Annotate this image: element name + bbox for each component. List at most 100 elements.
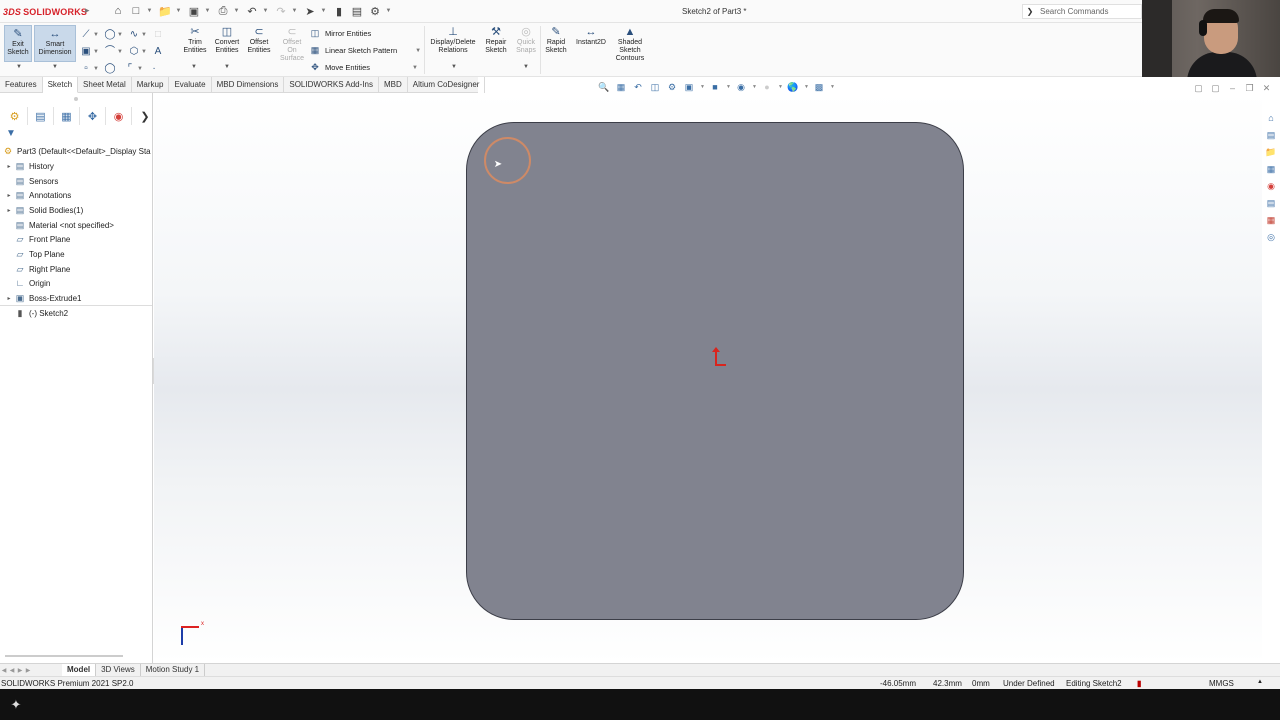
apply-scene-icon[interactable]: 🌎: [787, 80, 799, 94]
relations-dropdown-icon[interactable]: ▼: [451, 64, 457, 70]
expand-icon[interactable]: ▸: [4, 207, 14, 214]
shaded-sketch-contours-button[interactable]: ▲ Shaded Sketch Contours: [613, 25, 647, 63]
tree-item-history[interactable]: ▸ ▤ History: [4, 159, 53, 173]
home-icon[interactable]: ⌂: [110, 3, 126, 19]
options-dropdown-icon[interactable]: ▼: [385, 3, 392, 19]
solidworks-logo[interactable]: 3DS SOLIDWORKS: [3, 5, 87, 19]
redo-dropdown-icon[interactable]: ▼: [291, 3, 298, 19]
tree-item-boss-extrude[interactable]: ▸ ▣ Boss-Extrude1: [4, 291, 81, 305]
units-dropdown-icon[interactable]: ▲: [1257, 679, 1263, 685]
display-style-icon[interactable]: ■: [709, 80, 721, 94]
exit-sketch-dropdown-icon[interactable]: ▼: [16, 64, 22, 70]
slot-icon[interactable]: ▫: [80, 63, 92, 75]
text-icon[interactable]: A: [152, 46, 164, 58]
dimxpert-manager-tab-icon[interactable]: ✥: [80, 107, 106, 125]
panel-grip[interactable]: [74, 97, 78, 101]
line-dropdown-icon[interactable]: ▼: [92, 32, 100, 38]
polygon-icon[interactable]: ⬡: [128, 46, 140, 58]
rectangle-icon[interactable]: ▣: [80, 46, 92, 58]
tree-item-right-plane[interactable]: ▱ Right Plane: [4, 262, 71, 276]
search-commands[interactable]: ❯ Search Commands: [1022, 4, 1142, 19]
tab-mbd-dimensions[interactable]: MBD Dimensions: [212, 77, 285, 93]
tree-item-top-plane[interactable]: ▱ Top Plane: [4, 247, 65, 261]
solidworks-resources-icon[interactable]: ⌂: [1264, 111, 1278, 125]
view-settings-icon[interactable]: ▩: [813, 80, 825, 94]
section-view-icon[interactable]: ◫: [649, 80, 661, 94]
tab-features[interactable]: Features: [0, 77, 43, 93]
sketch-fillet-icon[interactable]: ⌜: [124, 63, 136, 75]
expand-icon[interactable]: ▸: [4, 163, 14, 170]
ellipse-icon[interactable]: ◯: [104, 63, 116, 75]
offset-on-surface-button[interactable]: ⊂ Offset On Surface: [278, 25, 306, 63]
display-style-dropdown-icon[interactable]: ▼: [726, 84, 732, 90]
tab-mbd[interactable]: MBD: [379, 77, 408, 93]
tree-item-solid-bodies[interactable]: ▸ ▤ Solid Bodies(1): [4, 203, 83, 217]
pattern-dropdown-icon[interactable]: ▼: [415, 48, 421, 54]
trim-entities-button[interactable]: ✂ Trim Entities: [181, 25, 209, 55]
appearances-icon[interactable]: ◉: [1264, 179, 1278, 193]
options-gear-icon[interactable]: ⚙: [367, 3, 383, 19]
property-manager-tab-icon[interactable]: ▤: [28, 107, 54, 125]
search-input[interactable]: Search Commands: [1040, 7, 1108, 16]
filter-icon[interactable]: ▼: [6, 128, 16, 139]
configuration-manager-tab-icon[interactable]: ▦: [54, 107, 80, 125]
save-icon[interactable]: ▣: [186, 3, 202, 19]
feature-manager-tab-icon[interactable]: ⚙: [2, 107, 28, 125]
first-tab-arrow-icon[interactable]: ◀: [0, 667, 8, 674]
circle-dropdown-icon[interactable]: ▼: [116, 32, 124, 38]
last-tab-arrow-icon[interactable]: ▶: [24, 667, 32, 674]
solidworks-forum-icon[interactable]: ▦: [1264, 213, 1278, 227]
expand-icon[interactable]: ▸: [4, 295, 14, 302]
menu-expand-icon[interactable]: ▸: [85, 5, 90, 16]
scene-dropdown-icon[interactable]: ▼: [804, 84, 810, 90]
move-dropdown-icon[interactable]: ▼: [412, 65, 418, 71]
exit-sketch-button[interactable]: ✎ Exit Sketch: [4, 25, 32, 62]
display-manager-tab-icon[interactable]: ◉: [106, 107, 132, 125]
appearance-dropdown-icon[interactable]: ▼: [778, 84, 784, 90]
slot-dropdown-icon[interactable]: ▼: [92, 66, 100, 72]
solidworks-taskbar-icon[interactable]: ✦: [6, 697, 26, 713]
expand-icon[interactable]: ▸: [4, 192, 14, 199]
traffic-light-icon[interactable]: ▮: [331, 3, 347, 19]
instant2d-button[interactable]: ↔ Instant2D: [573, 25, 609, 47]
zoom-to-area-icon[interactable]: ▦: [615, 80, 627, 94]
undo-icon[interactable]: ↶: [244, 3, 260, 19]
spline-icon[interactable]: ∿: [128, 29, 140, 41]
convert-entities-button[interactable]: ◫ Convert Entities: [211, 25, 243, 55]
zoom-to-fit-icon[interactable]: 🔍: [598, 80, 610, 94]
tree-item-sensors[interactable]: ▤ Sensors: [4, 174, 59, 188]
rapid-sketch-button[interactable]: ✎ Rapid Sketch: [543, 25, 569, 55]
tab-solidworks-add-ins[interactable]: SOLIDWORKS Add-Ins: [284, 77, 379, 93]
open-dropdown-icon[interactable]: ▼: [175, 3, 182, 19]
undo-dropdown-icon[interactable]: ▼: [262, 3, 269, 19]
tab-model[interactable]: Model: [62, 664, 97, 676]
quick-snaps-button[interactable]: ◎ Quick Snaps: [514, 25, 538, 55]
next-tab-arrow-icon[interactable]: ▶: [16, 667, 24, 674]
polygon-dropdown-icon[interactable]: ▼: [140, 49, 148, 55]
move-entities-button[interactable]: ✥ Move Entities ▼: [309, 62, 418, 73]
hide-show-items-icon[interactable]: ◉: [735, 80, 747, 94]
select-dropdown-icon[interactable]: ▼: [320, 3, 327, 19]
tab-evaluate[interactable]: Evaluate: [169, 77, 212, 93]
tree-item-material[interactable]: ▤ Material <not specified>: [4, 218, 114, 232]
linear-sketch-pattern-button[interactable]: ▦ Linear Sketch Pattern ▼: [309, 45, 421, 56]
file-explorer-icon[interactable]: 📁: [1264, 145, 1278, 159]
file-properties-icon[interactable]: ▤: [349, 3, 365, 19]
design-library-icon[interactable]: ▤: [1264, 128, 1278, 142]
tree-item-annotations[interactable]: ▸ ▤ Annotations: [4, 188, 71, 202]
line-icon[interactable]: ⟋: [80, 29, 92, 41]
prev-tab-arrow-icon[interactable]: ◀: [8, 667, 16, 674]
3dexperience-icon[interactable]: ◎: [1264, 230, 1278, 244]
smart-dimension-dropdown-icon[interactable]: ▼: [52, 64, 58, 70]
tree-item-origin[interactable]: ∟ Origin: [4, 276, 51, 290]
view-palette-icon[interactable]: ▦: [1264, 162, 1278, 176]
tree-item-sketch2[interactable]: ▮ (-) Sketch2: [4, 306, 69, 320]
point-icon[interactable]: ∙: [148, 63, 160, 75]
rebuild-indicator-icon[interactable]: ▮: [1137, 679, 1141, 688]
repair-sketch-button[interactable]: ⚒ Repair Sketch: [482, 25, 510, 55]
tab-markup[interactable]: Markup: [132, 77, 170, 93]
view-orientation-icon[interactable]: ▣: [683, 80, 695, 94]
part-face[interactable]: [466, 122, 964, 620]
tab-sketch[interactable]: Sketch: [42, 77, 79, 93]
tree-root-part[interactable]: ⚙ Part3 (Default<<Default>_Display Sta: [2, 144, 151, 158]
